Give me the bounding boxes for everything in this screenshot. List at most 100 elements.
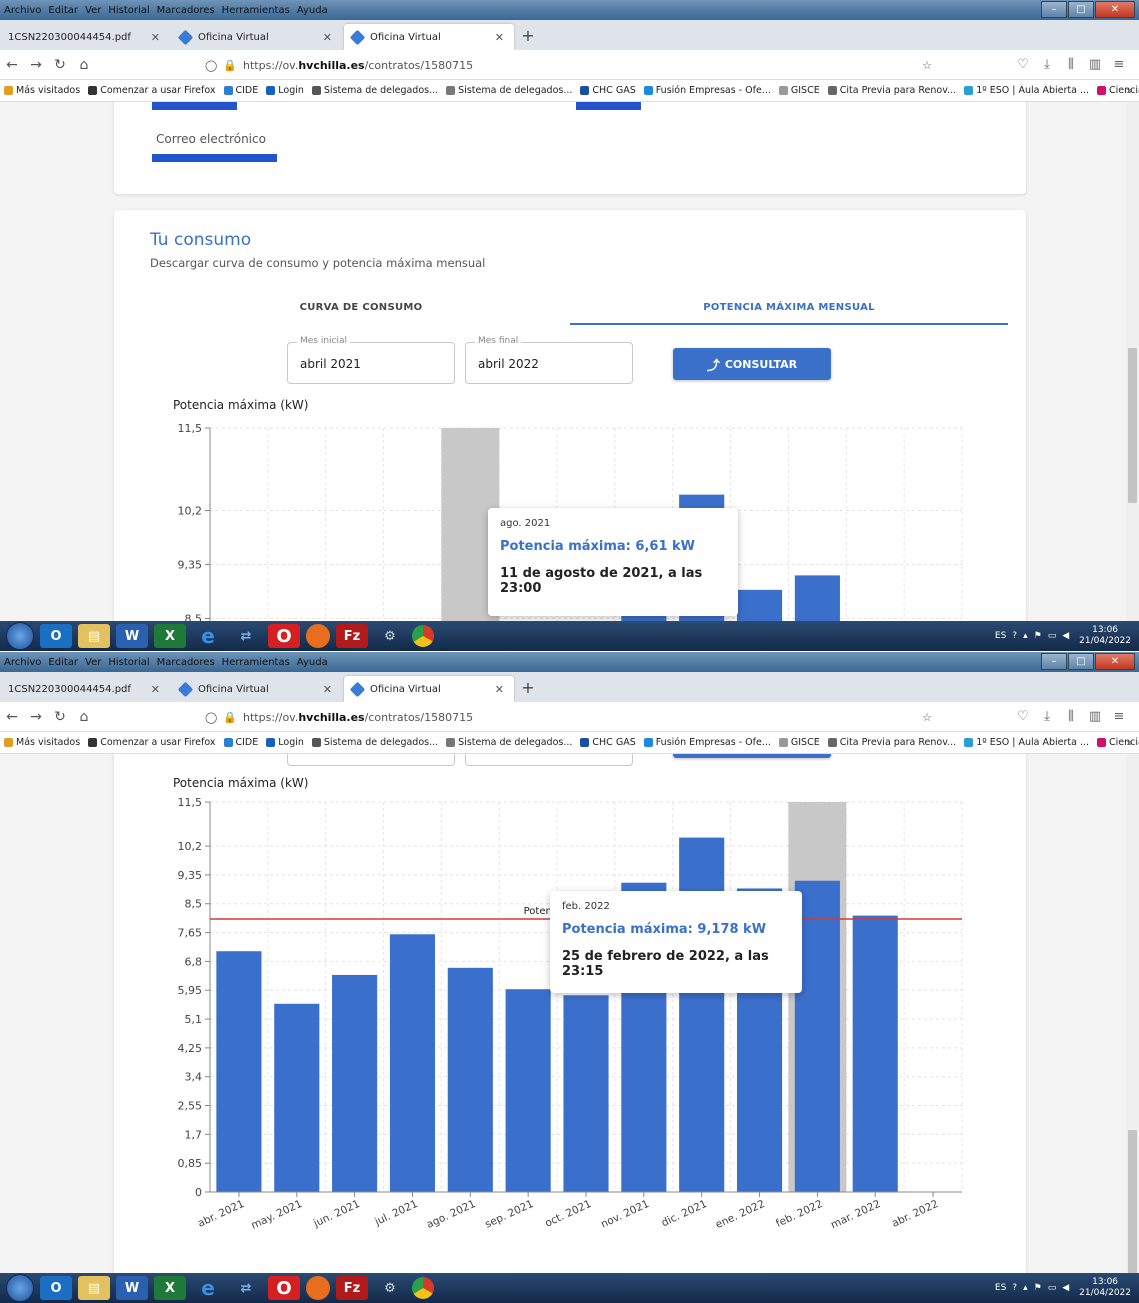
clock[interactable]: 13:06 21/04/2022 [1079,1277,1131,1299]
bookmark-item[interactable]: Sistema de delegados... [446,737,572,748]
ie-icon[interactable]: e [192,1276,224,1300]
scrollbar-thumb[interactable] [1128,1130,1137,1280]
bookmark-item[interactable]: Login [266,85,304,96]
volume-icon[interactable]: ◀ [1062,631,1069,641]
help-icon[interactable]: ? [1012,631,1017,641]
reload-icon[interactable]: ↻ [48,709,72,725]
menu-ver[interactable]: Ver [85,657,101,668]
filezilla-icon[interactable]: Fz [336,624,368,648]
library-icon[interactable]: ⫼ [1059,57,1083,72]
bookmark-item[interactable]: Cita Previa para Renov... [827,737,956,748]
menu-ayuda[interactable]: Ayuda [297,657,328,668]
word-icon[interactable]: W [116,1276,148,1300]
download-icon[interactable]: ⤓ [1035,57,1059,72]
tab-oficina-2[interactable]: Oficina Virtual ✕ [344,676,514,702]
bookmark-item[interactable]: GISCE [778,85,820,96]
minimize-button[interactable]: – [1041,1,1067,18]
minimize-button[interactable]: – [1041,653,1067,670]
menu-editar[interactable]: Editar [48,5,78,16]
network-icon[interactable]: ⇄ [230,624,262,648]
bookmark-item[interactable]: GISCE [778,737,820,748]
home-icon[interactable]: ⌂ [72,709,96,725]
menu-herramientas[interactable]: Herramientas [222,5,290,16]
url-bar[interactable]: ◯ 🔒 https://ov.hvchilla.es/contratos/158… [205,706,940,728]
opera-icon[interactable]: O [268,624,300,648]
menu-marcadores[interactable]: Marcadores [157,657,215,668]
filezilla-icon[interactable]: Fz [336,1276,368,1300]
close-tab-icon[interactable]: ✕ [151,683,160,696]
start-button[interactable] [6,1274,34,1302]
bookmark-item[interactable]: Fusión Empresas - Ofe... [643,737,771,748]
bookmark-item[interactable]: Comenzar a usar Firefox [88,85,216,96]
tray-arrow-icon[interactable]: ▴ [1023,1283,1028,1293]
tab-oficina-2[interactable]: Oficina Virtual ✕ [344,24,514,50]
bookmark-item[interactable]: Más visitados [4,85,80,96]
new-tab-button[interactable]: + [516,676,540,702]
reload-icon[interactable]: ↻ [48,57,72,73]
scrollbar-thumb[interactable] [1128,348,1137,503]
excel-icon[interactable]: X [154,1276,186,1300]
close-tab-icon[interactable]: ✕ [323,31,332,44]
close-tab-icon[interactable]: ✕ [495,683,504,696]
bookmark-star-icon[interactable]: ☆ [922,59,932,72]
pocket-icon[interactable]: ♡ [1011,57,1035,72]
hamburger-menu-icon[interactable]: ≡ [1107,57,1131,72]
bookmark-item[interactable]: Login [266,737,304,748]
tab-pdf[interactable]: 1CSN220300044454.pdf ✕ [0,24,170,50]
explorer-icon[interactable]: ▤ [78,624,110,648]
start-button[interactable] [6,622,34,650]
more-bookmarks-icon[interactable]: » [1126,84,1133,97]
page-scrollbar[interactable] [1126,102,1139,621]
maximize-button[interactable]: □ [1068,653,1094,670]
pocket-icon[interactable]: ♡ [1011,709,1035,724]
bookmark-item[interactable]: Más visitados [4,737,80,748]
close-tab-icon[interactable]: ✕ [495,31,504,44]
download-icon[interactable]: ⤓ [1035,709,1059,724]
bookmark-item[interactable]: CIDE [223,737,258,748]
chrome-icon[interactable] [412,1277,434,1299]
url-bar[interactable]: ◯ 🔒 https://ov.hvchilla.es/contratos/158… [205,54,940,76]
more-bookmarks-icon[interactable]: » [1126,736,1133,749]
opera-icon[interactable]: O [268,1276,300,1300]
bookmark-item[interactable]: 1º ESO | Aula Abierta ... [964,737,1089,748]
help-icon[interactable]: ? [1012,1283,1017,1293]
outlook-icon[interactable]: O [40,624,72,648]
sidebar-icon[interactable]: ▥ [1083,57,1107,72]
bookmark-item[interactable]: Cita Previa para Renov... [827,85,956,96]
clock[interactable]: 13:06 21/04/2022 [1079,625,1131,647]
firefox-icon[interactable] [306,1276,330,1300]
network-tray-icon[interactable]: ▭ [1048,1283,1057,1293]
bookmark-item[interactable]: Sistema de delegados... [311,85,438,96]
tool-icon[interactable]: ⚙ [374,624,406,648]
close-window-button[interactable]: ✕ [1095,1,1135,18]
word-icon[interactable]: W [116,624,148,648]
language-indicator[interactable]: ES [995,631,1006,641]
menu-editar[interactable]: Editar [48,657,78,668]
forward-icon[interactable]: → [24,709,48,725]
network-tray-icon[interactable]: ▭ [1048,631,1057,641]
tray-arrow-icon[interactable]: ▴ [1023,631,1028,641]
bookmark-star-icon[interactable]: ☆ [922,711,932,724]
chrome-icon[interactable] [412,625,434,647]
ie-icon[interactable]: e [192,624,224,648]
bookmark-item[interactable]: 1º ESO | Aula Abierta ... [964,85,1089,96]
menu-herramientas[interactable]: Herramientas [222,657,290,668]
maximize-button[interactable]: □ [1068,1,1094,18]
firefox-icon[interactable] [306,624,330,648]
menu-archivo[interactable]: Archivo [4,657,41,668]
flag-icon[interactable]: ⚑ [1034,631,1042,641]
back-icon[interactable]: ← [0,57,24,73]
bookmark-item[interactable]: CHC GAS [580,737,636,748]
volume-icon[interactable]: ◀ [1062,1283,1069,1293]
bookmark-item[interactable]: CIDE [223,85,258,96]
network-icon[interactable]: ⇄ [230,1276,262,1300]
bookmark-item[interactable]: Fusión Empresas - Ofe... [643,85,771,96]
menu-ayuda[interactable]: Ayuda [297,5,328,16]
sidebar-icon[interactable]: ▥ [1083,709,1107,724]
excel-icon[interactable]: X [154,624,186,648]
close-tab-icon[interactable]: ✕ [151,31,160,44]
back-icon[interactable]: ← [0,709,24,725]
menu-marcadores[interactable]: Marcadores [157,5,215,16]
bookmark-item[interactable]: Sistema de delegados... [446,85,572,96]
home-icon[interactable]: ⌂ [72,57,96,73]
